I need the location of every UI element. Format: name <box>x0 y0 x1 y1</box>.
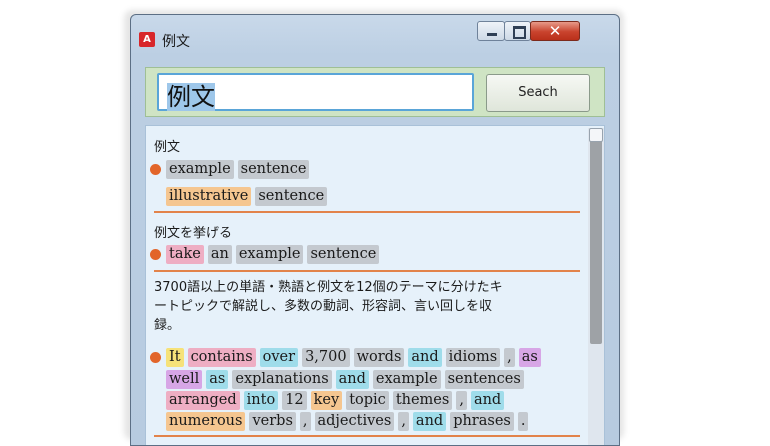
maximize-icon <box>513 26 526 39</box>
minimize-button[interactable] <box>477 21 505 41</box>
word-token[interactable]: , <box>398 412 409 431</box>
word-token[interactable]: , <box>456 391 467 410</box>
entry-heading: 例文を挙げる <box>154 226 233 241</box>
word-token[interactable]: illustrative <box>166 187 252 206</box>
sentence-line: It contains over 3,700 words and idioms, as <box>150 346 545 368</box>
scrollbar-thumb[interactable] <box>590 130 602 344</box>
sentence-line: well as explanations and example sentences <box>154 368 528 390</box>
sentence-line: arranged into 12 key topic themes, and <box>154 389 508 411</box>
word-token[interactable]: explanations <box>232 370 332 389</box>
word-token[interactable]: example <box>166 160 234 179</box>
description-line: ートピックで解説し、多数の動詞、形容詞、言い回しを収 <box>154 299 493 314</box>
word-token[interactable]: sentence <box>237 160 310 179</box>
word-token[interactable]: . <box>517 412 529 431</box>
word-token[interactable]: phrases <box>450 412 514 431</box>
word-token[interactable]: and <box>335 370 369 389</box>
word-token[interactable]: sentence <box>255 187 328 206</box>
word-token[interactable]: words <box>353 348 405 367</box>
entry-separator <box>154 270 580 272</box>
sentence-line: take an example sentence <box>150 243 383 265</box>
word-token[interactable]: well <box>166 370 203 389</box>
entry-separator <box>154 435 580 437</box>
entry-separator <box>154 211 580 213</box>
close-icon: ✕ <box>548 22 562 40</box>
title-bar[interactable]: A 例文 ✕ <box>131 15 619 55</box>
dictionary-app-icon: A <box>139 32 155 47</box>
search-bar: 例文 Seach <box>145 67 605 117</box>
entry-heading: 例文 <box>154 140 181 155</box>
word-token[interactable]: an <box>207 245 232 264</box>
bullet-icon <box>150 249 161 260</box>
word-token[interactable]: It <box>166 348 184 367</box>
word-token[interactable]: , <box>504 348 515 367</box>
word-token[interactable]: sentence <box>307 245 380 264</box>
window-title: 例文 <box>162 34 190 50</box>
description-line: 3700語以上の単語・熟語と例文を12個のテーマに分けたキ <box>154 280 503 295</box>
word-token[interactable]: themes <box>392 391 453 410</box>
app-window: A 例文 ✕ 例文 Seach 例文 example sentence illustr… <box>130 14 620 446</box>
word-token[interactable]: 3,700 <box>302 348 350 367</box>
maximize-button[interactable] <box>504 21 531 41</box>
word-token[interactable]: adjectives <box>314 412 395 431</box>
word-token[interactable]: as <box>518 348 541 367</box>
results-panel: 例文 example sentence illustrative sentence 例文を… <box>145 125 605 445</box>
bullet-icon <box>150 164 161 175</box>
word-token[interactable]: over <box>259 348 299 367</box>
search-button[interactable]: Seach <box>486 74 590 112</box>
scrollbar-up-button[interactable] <box>589 128 603 142</box>
word-token[interactable]: and <box>412 412 447 431</box>
vertical-scrollbar[interactable] <box>588 128 604 445</box>
word-token[interactable]: topic <box>346 391 389 410</box>
word-token[interactable]: contains <box>187 348 256 367</box>
word-token[interactable]: example <box>235 245 304 264</box>
word-token[interactable]: idioms <box>445 348 501 367</box>
word-token[interactable]: numerous <box>166 412 246 431</box>
word-token[interactable]: , <box>299 412 311 431</box>
minimize-icon <box>487 33 497 36</box>
sentence-line: example sentence <box>150 158 313 180</box>
word-token[interactable]: example <box>372 370 441 389</box>
word-token[interactable]: take <box>166 245 204 264</box>
word-token[interactable]: verbs <box>249 412 296 431</box>
description-line: 録。 <box>154 318 181 333</box>
word-token[interactable]: key <box>310 391 343 410</box>
word-token[interactable]: 12 <box>282 391 307 410</box>
sentence-line: numerous verbs, adjectives, and phrases. <box>154 410 532 432</box>
bullet-icon <box>150 352 161 363</box>
word-token[interactable]: as <box>206 370 229 389</box>
word-token[interactable]: sentences <box>444 370 524 389</box>
word-token[interactable]: and <box>408 348 442 367</box>
search-input[interactable]: 例文 <box>157 73 474 111</box>
word-token[interactable]: into <box>243 391 279 410</box>
search-input-selected-text: 例文 <box>167 83 215 111</box>
word-token[interactable]: and <box>470 391 505 410</box>
entry-description: 3700語以上の単語・熟語と例文を12個のテーマに分けたキ ートピックで解説し、多… <box>154 278 564 335</box>
word-token[interactable]: arranged <box>166 391 240 410</box>
close-button[interactable]: ✕ <box>530 21 580 41</box>
sentence-line: illustrative sentence <box>154 185 331 207</box>
